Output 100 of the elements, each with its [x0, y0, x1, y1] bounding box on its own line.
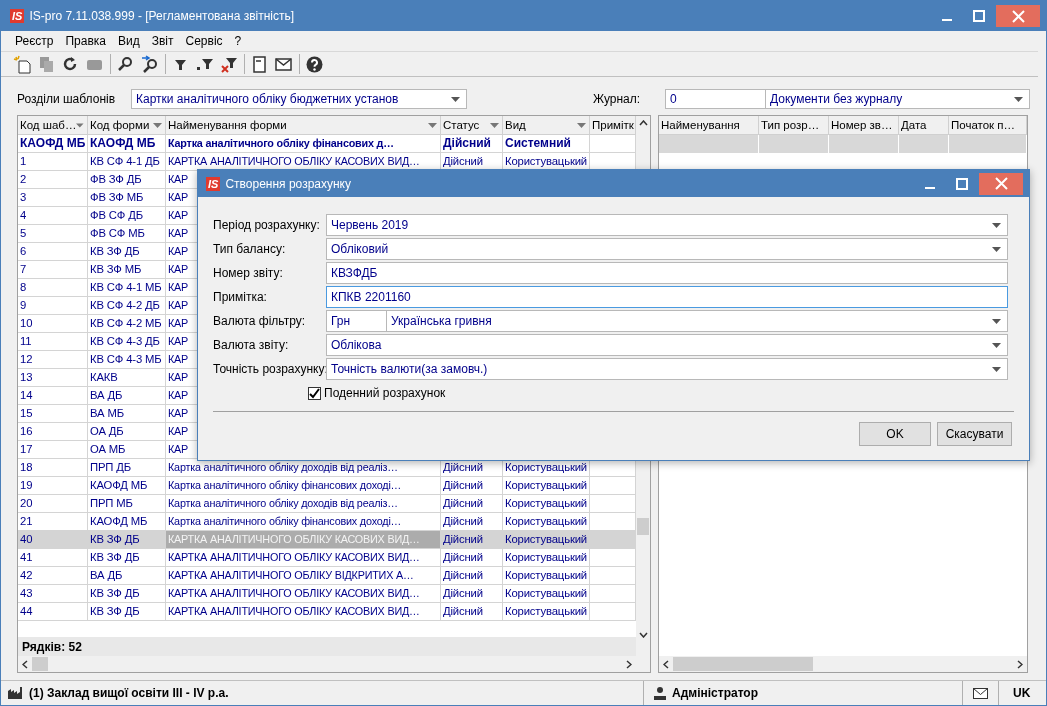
maximize-icon	[956, 177, 968, 190]
table-cell: 3	[18, 189, 88, 207]
dropdown-field[interactable]: Точність валюти(за замовч.)	[326, 358, 1008, 380]
table-cell: КВ СФ 4-3 МБ	[88, 351, 166, 369]
maximize-icon	[973, 10, 985, 22]
table-cell: КВ ЗФ МБ	[88, 261, 166, 279]
table-cell: Системний	[503, 135, 590, 153]
input-field[interactable]: КВЗФДБ	[326, 262, 1008, 284]
dropdown-arrow-icon	[1014, 96, 1023, 102]
table-cell: 15	[18, 405, 88, 423]
table-cell: ФВ СФ ДБ	[88, 207, 166, 225]
menu-item[interactable]: Сервіс	[179, 34, 229, 48]
table-cell: 9	[18, 297, 88, 315]
table-cell: КВ СФ 4-3 ДБ	[88, 333, 166, 351]
table-cell: 20	[18, 495, 88, 513]
dropdown-arrow-icon	[992, 366, 1001, 372]
close-button[interactable]	[979, 172, 1023, 195]
table-cell: КВ ЗФ ДБ	[88, 549, 166, 567]
scrollbar-thumb[interactable]	[673, 657, 813, 671]
journal-dropdown[interactable]: Документи без журналу	[766, 89, 1030, 109]
table-cell: КВ ЗФ ДБ	[88, 585, 166, 603]
menu-item[interactable]: Звіт	[145, 34, 180, 48]
sort-icon[interactable]	[428, 122, 437, 128]
user-label: Адміністратор	[672, 686, 758, 700]
scroll-left-icon	[663, 659, 669, 669]
app-logo: IS	[10, 9, 25, 23]
table-cell: КВ ЗФ ДБ	[88, 603, 166, 621]
table-cell: Дійсний	[441, 585, 503, 603]
column-header[interactable]: Вид	[503, 116, 590, 135]
checkbox[interactable]	[308, 386, 321, 400]
sort-icon[interactable]	[490, 122, 499, 128]
sections-dropdown[interactable]: Картки аналітичного обліку бюджетних установ	[131, 89, 467, 109]
new-document-icon	[12, 54, 32, 74]
close-button[interactable]	[996, 5, 1040, 27]
horizontal-scrollbar[interactable]	[659, 656, 1027, 672]
field-label: Номер звіту:	[213, 266, 284, 280]
table-cell: Користувацький	[503, 477, 590, 495]
window-title: IS-pro 7.11.038.999 - [Регламентована звітність]	[29, 9, 296, 23]
menu-item[interactable]: Правка	[59, 34, 112, 48]
table-cell: 8	[18, 279, 88, 297]
scrollbar-thumb[interactable]	[32, 657, 48, 671]
sort-icon[interactable]	[153, 122, 162, 128]
close-icon	[994, 177, 1008, 190]
table-cell: КВ ЗФ ДБ	[88, 531, 166, 549]
dialog-button[interactable]: Скасувати	[937, 422, 1012, 446]
journal-code-field[interactable]: 0	[665, 89, 766, 109]
table-cell: 1	[18, 153, 88, 171]
table-cell: КАОФД МБ	[88, 477, 166, 495]
field-label: Розділи шаблонів	[17, 92, 117, 106]
menu-item[interactable]: Реєстр	[9, 34, 60, 48]
field-label: Валюта звіту:	[213, 338, 290, 352]
table-cell: 13	[18, 369, 88, 387]
currency-code-field[interactable]: Грн	[326, 310, 387, 332]
table-cell: 42	[18, 567, 88, 585]
table-cell: 14	[18, 387, 88, 405]
help-icon	[304, 54, 324, 74]
dropdown-field[interactable]: Червень 2019	[326, 214, 1008, 236]
dropdown-field[interactable]: Українська гривня	[387, 310, 1008, 332]
menu-item[interactable]: ?	[228, 34, 248, 48]
table-cell: 11	[18, 333, 88, 351]
language-indicator[interactable]: UK	[1013, 686, 1031, 700]
input-field[interactable]: КПКВ 2201160	[326, 286, 1008, 308]
table-cell: ПРП ДБ	[88, 459, 166, 477]
table-cell	[590, 531, 636, 549]
table-cell: ВА МБ	[88, 405, 166, 423]
table-cell: Картка аналітичного обліку фінансових д…	[166, 135, 441, 153]
table-cell: Дійсний	[441, 549, 503, 567]
scroll-right-icon	[626, 659, 632, 669]
column-header[interactable]: Код форми	[88, 116, 166, 135]
table-cell: КАКВ	[88, 369, 166, 387]
user-icon	[654, 686, 666, 700]
scrollbar-thumb[interactable]	[637, 518, 649, 535]
dropdown-arrow-icon	[992, 246, 1001, 252]
table-cell: КАРТКА АНАЛІТИЧНОГО ОБЛІКУ КАСОВИХ ВИД…	[166, 531, 441, 549]
dialog-button[interactable]: OK	[859, 422, 931, 446]
find-next-icon	[139, 54, 159, 74]
checkmark-icon	[309, 387, 320, 399]
table-cell: 6	[18, 243, 88, 261]
field-label: Валюта фільтру:	[213, 314, 306, 328]
column-header[interactable]: Код шаб…	[18, 116, 88, 135]
table-cell: Користувацький	[503, 549, 590, 567]
table-cell: 44	[18, 603, 88, 621]
sort-icon[interactable]	[76, 122, 84, 128]
dropdown-arrow-icon	[451, 96, 460, 102]
dropdown-field[interactable]: Облікова	[326, 334, 1008, 356]
table-cell: 40	[18, 531, 88, 549]
mail-icon[interactable]	[973, 687, 988, 699]
table-cell: ФВ ЗФ МБ	[88, 189, 166, 207]
table-cell: ПРП МБ	[88, 495, 166, 513]
sort-icon[interactable]	[577, 122, 586, 128]
dropdown-field[interactable]: Обліковий	[326, 238, 1008, 260]
table-cell: КАРТКА АНАЛІТИЧНОГО ОБЛІКУ ВІДКРИТИХ А…	[166, 567, 441, 585]
column-header[interactable]: Статус	[441, 116, 503, 135]
menu-item[interactable]: Вид	[112, 34, 146, 48]
table-cell: Дійсний	[441, 531, 503, 549]
scroll-up-icon	[638, 120, 648, 126]
table-cell: ВА ДБ	[88, 387, 166, 405]
table-cell: Користувацький	[503, 567, 590, 585]
column-header[interactable]: Найменування форми	[166, 116, 441, 135]
scroll-left-icon	[22, 659, 28, 669]
